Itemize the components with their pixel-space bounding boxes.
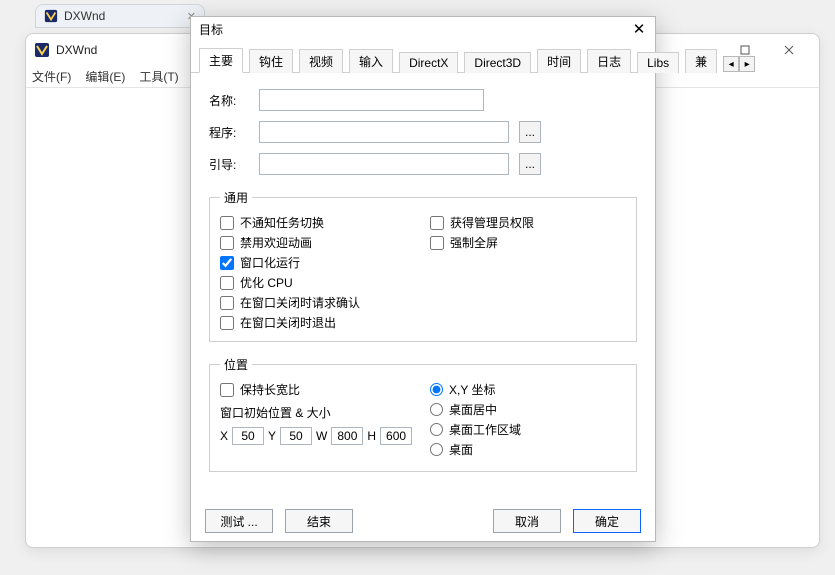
tab-video[interactable]: 视频 (299, 49, 343, 73)
x-label: X (220, 429, 228, 443)
window-title: DXWnd (56, 43, 97, 57)
tab-scroll: ◂ ▸ (723, 56, 755, 72)
xywh-row: X Y W H (220, 427, 430, 445)
placement-radios: X,Y 坐标 桌面居中 桌面工作区域 桌面 (430, 381, 626, 461)
background-tab-title: DXWnd (64, 9, 105, 23)
program-label: 程序: (209, 124, 249, 141)
guide-input[interactable] (259, 153, 509, 175)
w-input[interactable] (331, 427, 363, 445)
menu-tools[interactable]: 工具(T) (139, 68, 178, 85)
group-general-legend: 通用 (220, 189, 252, 206)
tab-libs[interactable]: Libs (637, 52, 679, 73)
group-position: 位置 保持长宽比 窗口初始位置 & 大小 X Y W H (209, 356, 637, 472)
chk-exit-on-close[interactable]: 在窗口关闭时退出 (220, 314, 626, 331)
dialog-titlebar: 目标 ✕ (191, 17, 655, 41)
app-icon (44, 9, 58, 23)
dialog-close-button[interactable]: ✕ (629, 19, 649, 39)
ok-button[interactable]: 确定 (573, 509, 641, 533)
target-dialog: 目标 ✕ 主要 钩住 视频 输入 DirectX Direct3D 时间 日志 … (190, 16, 656, 542)
tab-main[interactable]: 主要 (199, 48, 243, 73)
tab-hook[interactable]: 钩住 (249, 49, 293, 73)
tab-time[interactable]: 时间 (537, 49, 581, 73)
name-input[interactable] (259, 89, 484, 111)
chk-disable-welcome-anim[interactable]: 禁用欢迎动画 (220, 234, 430, 251)
tab-left-icon[interactable]: ◂ (723, 56, 739, 72)
chk-force-fullscreen[interactable]: 强制全屏 (430, 234, 626, 251)
x-input[interactable] (232, 427, 264, 445)
tabbar: 主要 钩住 视频 输入 DirectX Direct3D 时间 日志 Libs … (191, 41, 655, 73)
h-input[interactable] (380, 427, 412, 445)
app-icon (34, 42, 50, 58)
dialog-body: 名称: 程序: ... 引导: ... 通用 不通知任务切换 获得管理员权限 禁… (191, 73, 655, 480)
radio-desktop[interactable]: 桌面 (430, 441, 626, 458)
chk-no-notify-task-switch[interactable]: 不通知任务切换 (220, 214, 430, 231)
chk-acquire-admin[interactable]: 获得管理员权限 (430, 214, 626, 231)
tab-input[interactable]: 输入 (349, 49, 393, 73)
radio-xy[interactable]: X,Y 坐标 (430, 381, 626, 398)
tab-log[interactable]: 日志 (587, 49, 631, 73)
dialog-title: 目标 (199, 21, 223, 38)
y-label: Y (268, 429, 276, 443)
tab-right-icon[interactable]: ▸ (739, 56, 755, 72)
program-browse-button[interactable]: ... (519, 121, 541, 143)
menu-edit[interactable]: 编辑(E) (85, 68, 125, 85)
close-button[interactable] (767, 36, 811, 64)
size-label: 窗口初始位置 & 大小 (220, 404, 430, 421)
group-position-legend: 位置 (220, 356, 252, 373)
chk-windowed-run[interactable]: 窗口化运行 (220, 254, 430, 271)
guide-browse-button[interactable]: ... (519, 153, 541, 175)
cancel-button[interactable]: 取消 (493, 509, 561, 533)
program-input[interactable] (259, 121, 509, 143)
name-label: 名称: (209, 92, 249, 109)
background-tab[interactable]: DXWnd ✕ (35, 4, 205, 28)
tab-directx[interactable]: DirectX (399, 52, 458, 73)
dialog-button-row: 测试 ... 结束 取消 确定 (191, 509, 655, 533)
w-label: W (316, 429, 327, 443)
guide-label: 引导: (209, 156, 249, 173)
tab-compat[interactable]: 兼 (685, 49, 717, 73)
h-label: H (367, 429, 376, 443)
finish-button[interactable]: 结束 (285, 509, 353, 533)
test-button[interactable]: 测试 ... (205, 509, 273, 533)
chk-optimize-cpu[interactable]: 优化 CPU (220, 274, 430, 291)
chk-keep-aspect[interactable]: 保持长宽比 (220, 381, 430, 398)
group-general: 通用 不通知任务切换 获得管理员权限 禁用欢迎动画 强制全屏 窗口化运行 优化 … (209, 189, 637, 342)
tab-direct3d[interactable]: Direct3D (464, 52, 531, 73)
y-input[interactable] (280, 427, 312, 445)
chk-confirm-on-close[interactable]: 在窗口关闭时请求确认 (220, 294, 626, 311)
radio-workarea[interactable]: 桌面工作区域 (430, 421, 626, 438)
radio-center[interactable]: 桌面居中 (430, 401, 626, 418)
menu-file[interactable]: 文件(F) (32, 68, 71, 85)
